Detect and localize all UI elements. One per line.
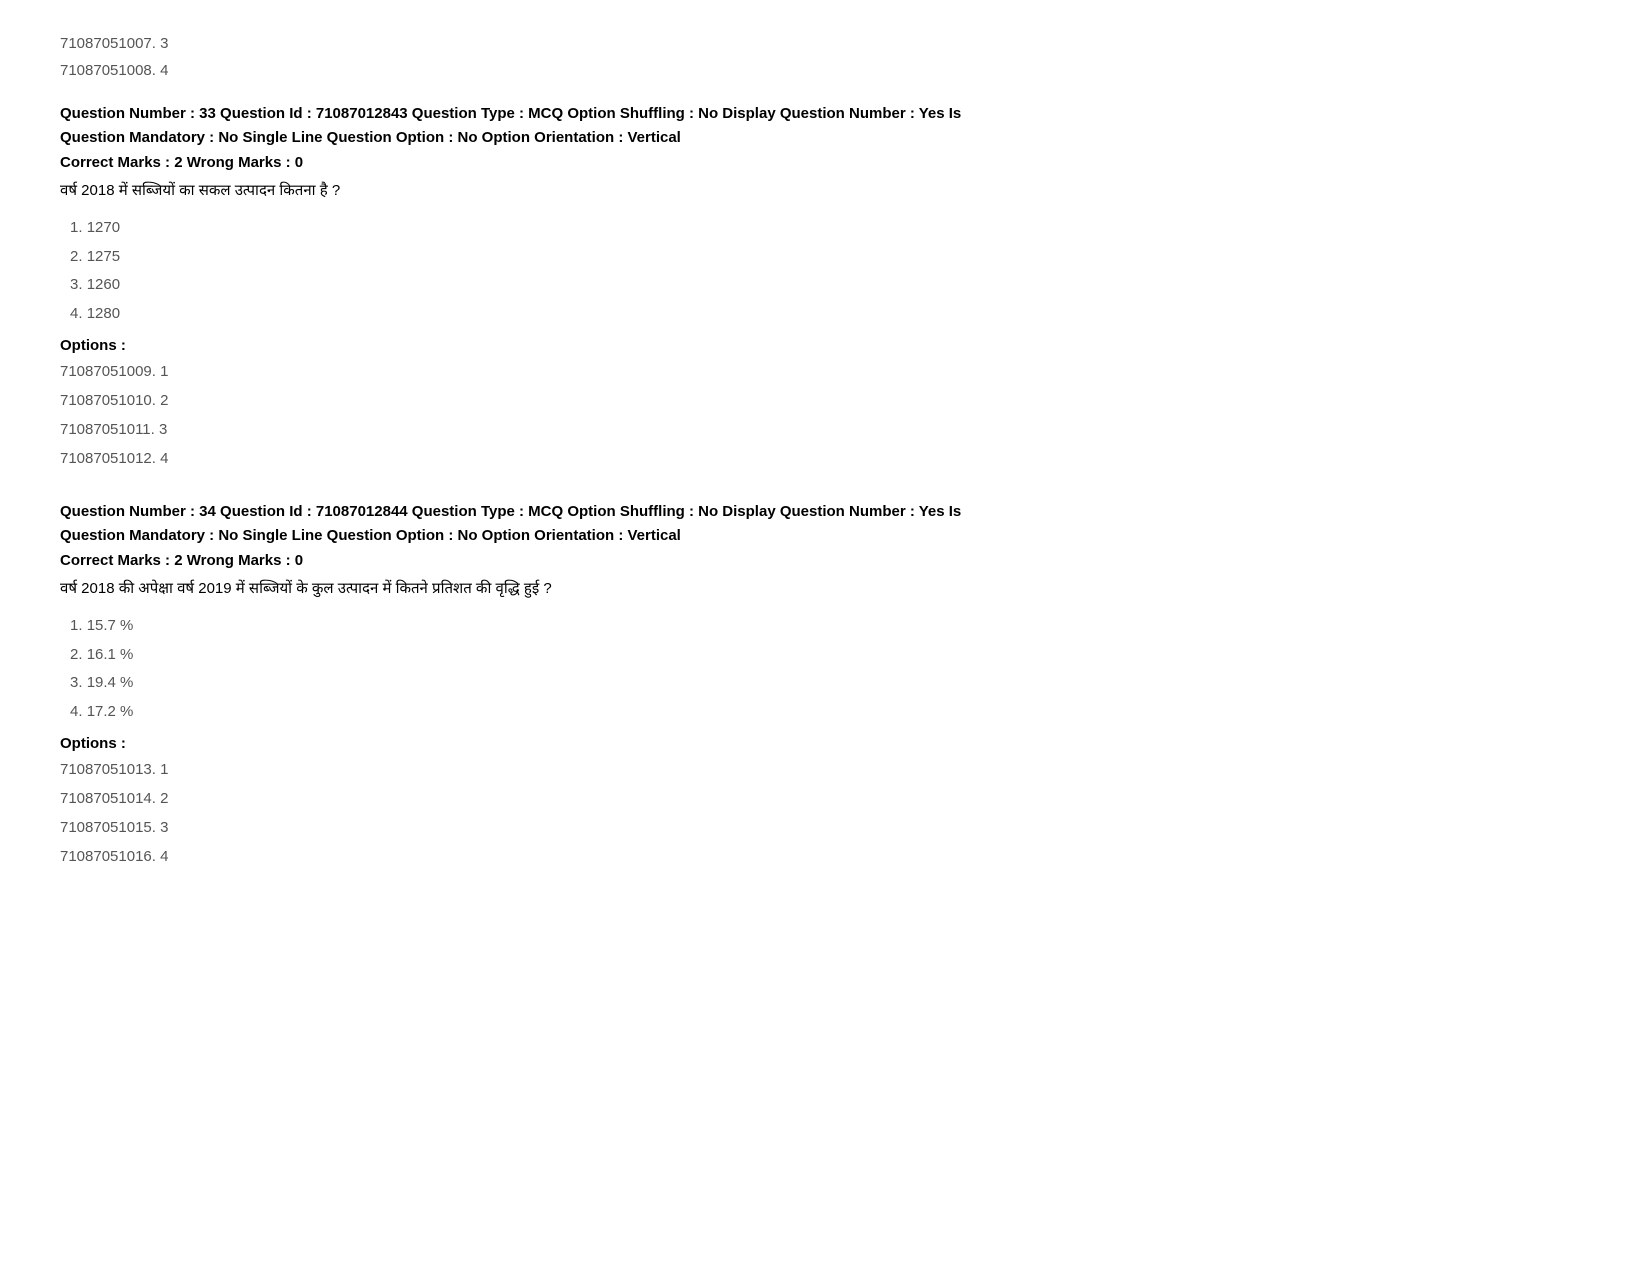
q34-option-ids: 71087051013. 1 71087051014. 2 7108705101…	[60, 756, 1590, 870]
q33-meta-line2: Question Mandatory : No Single Line Ques…	[60, 129, 681, 146]
q34-meta-line2: Question Mandatory : No Single Line Ques…	[60, 527, 681, 544]
q34-option-id-1: 71087051013. 1	[60, 756, 1590, 783]
q33-choice-3: 3. 1260	[70, 274, 1590, 297]
q34-meta-line1: Question Number : 34 Question Id : 71087…	[60, 503, 961, 520]
q34-marks: Correct Marks : 2 Wrong Marks : 0	[60, 552, 1590, 569]
question-meta-33: Question Number : 33 Question Id : 71087…	[60, 102, 1590, 150]
question-block-33: Question Number : 33 Question Id : 71087…	[60, 102, 1590, 472]
q33-option-ids: 71087051009. 1 71087051010. 2 7108705101…	[60, 358, 1590, 472]
q34-choice-3: 3. 19.4 %	[70, 672, 1590, 695]
q33-question-text: वर्ष 2018 में सब्जियों का सकल उत्पादन कि…	[60, 179, 1590, 203]
q33-option-id-1: 71087051009. 1	[60, 358, 1590, 385]
q33-meta-line1: Question Number : 33 Question Id : 71087…	[60, 105, 961, 122]
q34-choices: 1. 15.7 % 2. 16.1 % 3. 19.4 % 4. 17.2 %	[70, 615, 1590, 723]
q34-choice-1: 1. 15.7 %	[70, 615, 1590, 638]
q33-choice-1: 1. 1270	[70, 217, 1590, 240]
q34-question-text: वर्ष 2018 की अपेक्षा वर्ष 2019 में सब्जि…	[60, 577, 1590, 601]
q34-options-label: Options :	[60, 735, 1590, 752]
top-option-ids: 71087051007. 3 71087051008. 4	[60, 30, 1590, 84]
question-meta-34: Question Number : 34 Question Id : 71087…	[60, 500, 1590, 548]
top-option-id-1: 71087051007. 3	[60, 30, 1590, 57]
question-block-34: Question Number : 34 Question Id : 71087…	[60, 500, 1590, 870]
q34-option-id-4: 71087051016. 4	[60, 843, 1590, 870]
q34-choice-4: 4. 17.2 %	[70, 701, 1590, 724]
q33-option-id-3: 71087051011. 3	[60, 416, 1590, 443]
q33-option-id-2: 71087051010. 2	[60, 387, 1590, 414]
q33-options-label: Options :	[60, 337, 1590, 354]
q33-choices: 1. 1270 2. 1275 3. 1260 4. 1280	[70, 217, 1590, 325]
q34-choice-2: 2. 16.1 %	[70, 644, 1590, 667]
q33-option-id-4: 71087051012. 4	[60, 445, 1590, 472]
q33-choice-4: 4. 1280	[70, 303, 1590, 326]
q33-marks: Correct Marks : 2 Wrong Marks : 0	[60, 154, 1590, 171]
q33-choice-2: 2. 1275	[70, 246, 1590, 269]
top-option-id-2: 71087051008. 4	[60, 57, 1590, 84]
q34-option-id-2: 71087051014. 2	[60, 785, 1590, 812]
q34-option-id-3: 71087051015. 3	[60, 814, 1590, 841]
